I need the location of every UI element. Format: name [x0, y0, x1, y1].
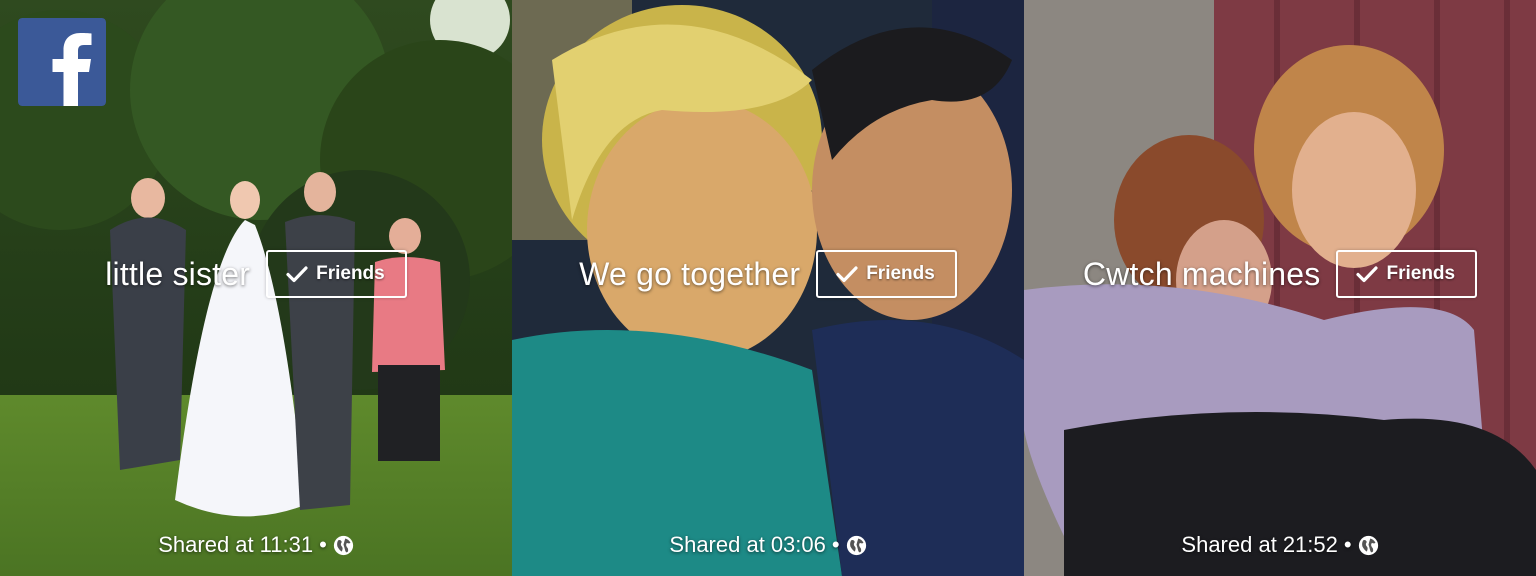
checkmark-icon: [1356, 266, 1379, 283]
separator-dot: •: [319, 532, 327, 557]
shared-prefix: Shared at: [158, 532, 254, 557]
friends-button-label: Friends: [866, 263, 935, 284]
globe-icon[interactable]: [333, 535, 354, 556]
shared-info: Shared at 11:31 •: [0, 532, 512, 558]
shared-info: Shared at 21:52 •: [1024, 532, 1536, 558]
facebook-logo-icon: [18, 18, 106, 106]
photo-caption: little sister: [105, 255, 251, 292]
photo-strip: little sister Friends Shared at 11:31 •: [0, 0, 1536, 576]
checkmark-icon: [286, 266, 308, 283]
photo-caption: We go together: [579, 255, 801, 292]
friends-button[interactable]: Friends: [266, 250, 407, 298]
globe-icon[interactable]: [846, 535, 867, 556]
shared-info: Shared at 03:06 •: [512, 532, 1024, 558]
friends-button[interactable]: Friends: [1336, 250, 1478, 298]
caption-row: Cwtch machines Friends: [1024, 248, 1536, 300]
shared-time[interactable]: 03:06: [771, 532, 826, 558]
shared-time[interactable]: 11:31: [260, 532, 313, 558]
photo-caption: Cwtch machines: [1082, 255, 1321, 292]
shared-prefix: Shared at: [669, 532, 765, 557]
photo-card-3[interactable]: Cwtch machines Friends Shared at 21:52 •: [1024, 0, 1536, 576]
shared-prefix: Shared at: [1181, 532, 1277, 557]
checkmark-icon: [836, 266, 858, 283]
caption-row: We go together Friends: [512, 248, 1024, 300]
friends-button[interactable]: Friends: [816, 250, 957, 298]
photo-card-2[interactable]: We go together Friends Shared at 03:06 •: [512, 0, 1024, 576]
separator-dot: •: [1343, 532, 1352, 557]
friends-button-label: Friends: [316, 263, 385, 284]
shared-time[interactable]: 21:52: [1283, 532, 1338, 558]
globe-icon[interactable]: [1358, 535, 1379, 556]
separator-dot: •: [831, 532, 840, 557]
friends-button-label: Friends: [1386, 263, 1456, 284]
caption-row: little sister Friends: [0, 248, 512, 300]
